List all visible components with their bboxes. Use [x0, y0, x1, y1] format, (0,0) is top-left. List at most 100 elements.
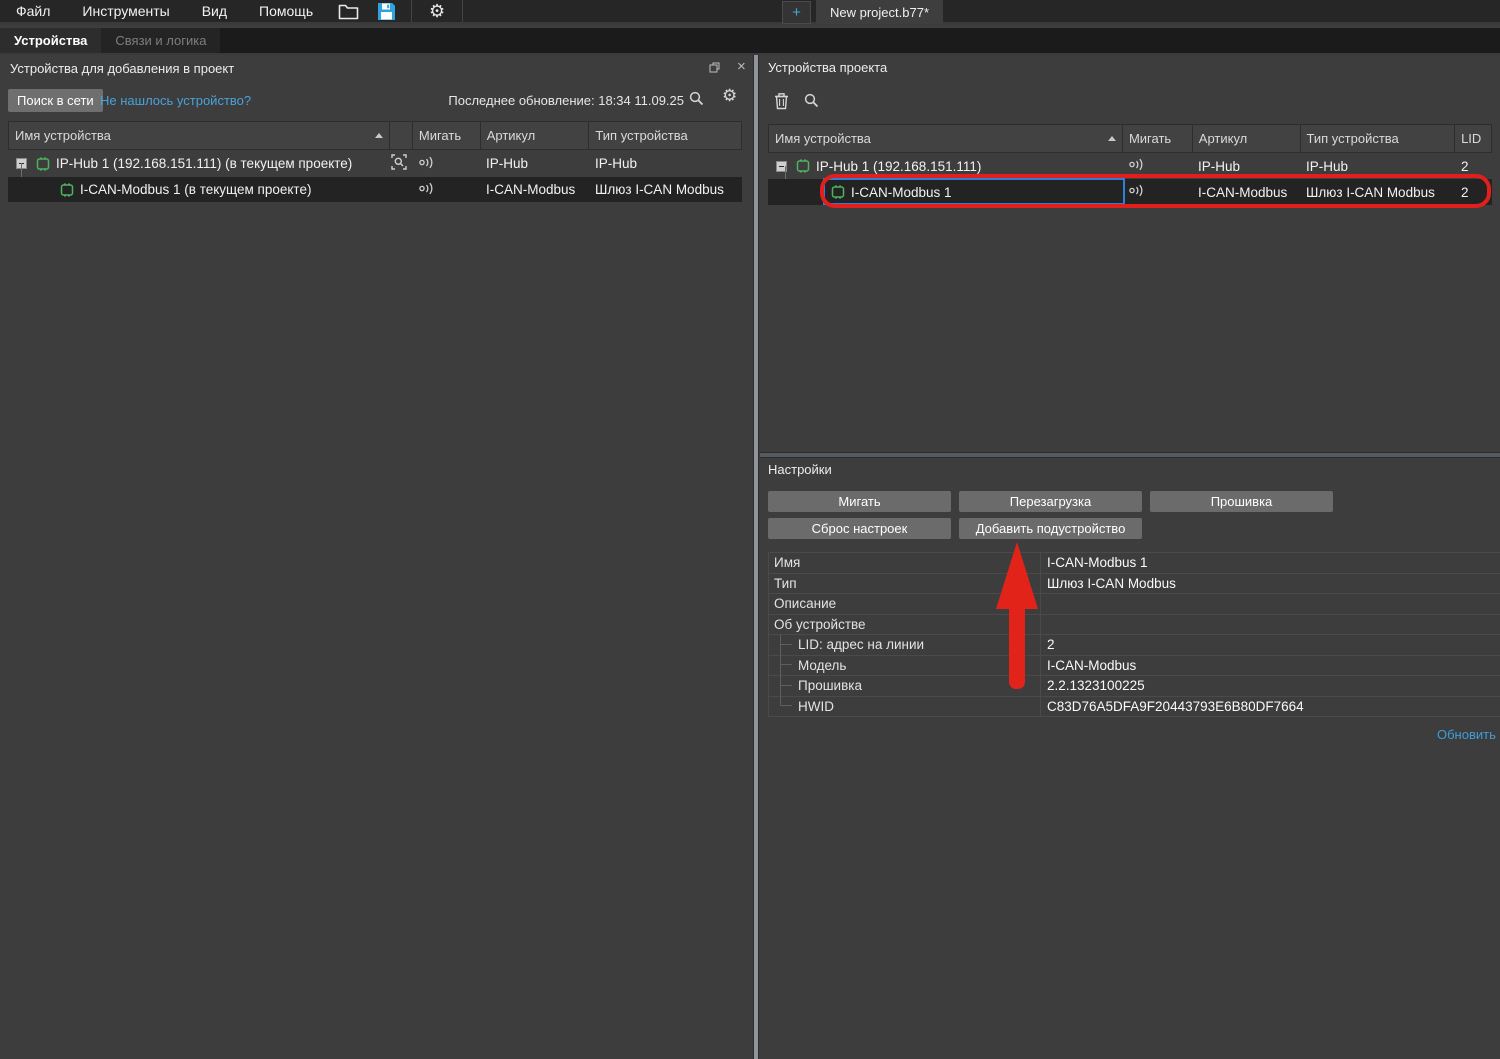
- project-devices-panel: Устройства проекта Имя устройства Мигать…: [760, 55, 1500, 452]
- project-table-header: Имя устройства Мигать Артикул Тип устрой…: [768, 124, 1492, 153]
- property-label: LID: адрес на линии: [769, 635, 1041, 655]
- col-device-name-label: Имя устройства: [775, 131, 871, 146]
- search-icon[interactable]: [803, 92, 820, 112]
- property-row[interactable]: Прошивка 2.2.1323100225: [769, 676, 1500, 697]
- reset-settings-button[interactable]: Сброс настроек: [768, 518, 951, 539]
- left-table-header: Имя устройства Мигать Артикул Тип устрой…: [8, 121, 742, 150]
- trash-icon[interactable]: [774, 92, 789, 113]
- firmware-button[interactable]: Прошивка: [1150, 491, 1333, 512]
- property-row[interactable]: Модель I-CAN-Modbus: [769, 656, 1500, 677]
- sort-asc-icon: [1108, 136, 1116, 141]
- device-name: I-CAN-Modbus 1 (в текущем проекте): [80, 182, 311, 197]
- col-blink-label: Мигать: [1129, 131, 1171, 146]
- col-device-type[interactable]: Тип устройства: [589, 122, 741, 149]
- device-article: I-CAN-Modbus: [1193, 179, 1301, 205]
- device-type: IP-Hub: [590, 150, 742, 177]
- tree-connector: [780, 644, 792, 645]
- settings-panel: Настройки: [760, 458, 1500, 1059]
- col-device-name[interactable]: Имя устройства: [9, 122, 390, 149]
- search-network-button[interactable]: Поиск в сети: [8, 89, 103, 112]
- settings-gear-icon[interactable]: ⚙: [424, 0, 450, 22]
- table-row[interactable]: I-CAN-Modbus 1 (в текущем проекте) I-CAN…: [8, 177, 742, 202]
- property-row[interactable]: LID: адрес на линии 2: [769, 635, 1500, 656]
- property-row[interactable]: Имя I-CAN-Modbus 1: [769, 553, 1500, 574]
- property-value: C83D76A5DFA9F20443793E6B80DF7664: [1041, 697, 1500, 717]
- col-blink[interactable]: Мигать: [413, 122, 481, 149]
- float-panel-icon[interactable]: [709, 62, 720, 75]
- property-row[interactable]: Описание: [769, 594, 1500, 615]
- new-project-tab-button[interactable]: +: [782, 1, 811, 24]
- col-lid[interactable]: LID: [1455, 125, 1491, 152]
- open-folder-icon[interactable]: [335, 0, 361, 22]
- device-icon: [831, 185, 845, 199]
- blink-signal-icon[interactable]: [418, 156, 437, 172]
- settings-title: Настройки: [768, 462, 832, 477]
- property-label: Об устройстве: [769, 615, 1041, 635]
- app-window: Файл Инструменты Вид Помощь ⚙ + New proj…: [0, 0, 1500, 1059]
- menu-bar: Файл Инструменты Вид Помощь ⚙: [0, 0, 1500, 25]
- add-subdevice-button[interactable]: Добавить подустройство: [959, 518, 1142, 539]
- device-type: Шлюз I-CAN Modbus: [590, 177, 742, 202]
- identify-scan-icon[interactable]: [390, 153, 408, 174]
- blink-signal-icon[interactable]: [418, 182, 437, 198]
- menu-help[interactable]: Помощь: [243, 0, 329, 24]
- device-not-found-link[interactable]: Не нашлось устройство?: [100, 93, 251, 108]
- toolbar-separator: [462, 0, 463, 22]
- tree-connector: [21, 163, 55, 178]
- tab-devices[interactable]: Устройства: [0, 28, 101, 53]
- search-icon[interactable]: [688, 90, 705, 110]
- toolbar-separator: [411, 0, 412, 22]
- property-label: HWID: [769, 697, 1041, 717]
- device-name: I-CAN-Modbus 1: [851, 185, 952, 200]
- property-label: Описание: [769, 594, 1041, 614]
- property-label: Имя: [769, 553, 1041, 573]
- col-article[interactable]: Артикул: [1193, 125, 1301, 152]
- panel-splitter[interactable]: [753, 55, 759, 1059]
- reboot-button[interactable]: Перезагрузка: [959, 491, 1142, 512]
- property-value: Шлюз I-CAN Modbus: [1041, 574, 1500, 594]
- gear-icon[interactable]: ⚙: [722, 86, 737, 106]
- close-icon[interactable]: ×: [737, 59, 746, 74]
- tree-connector: [780, 705, 792, 706]
- col-device-name[interactable]: Имя устройства: [769, 125, 1123, 152]
- col-article-label: Артикул: [487, 128, 535, 143]
- table-row[interactable]: I-CAN-Modbus 1 I-CAN-Modbus Шлюз I-CAN M…: [768, 179, 1492, 205]
- menu-view[interactable]: Вид: [186, 0, 243, 24]
- tree-connector: [780, 664, 792, 665]
- device-article: IP-Hub: [481, 150, 590, 177]
- blink-button[interactable]: Мигать: [768, 491, 951, 512]
- menu-file[interactable]: Файл: [0, 0, 66, 24]
- refresh-link[interactable]: Обновить: [1437, 727, 1496, 742]
- property-value: I-CAN-Modbus 1: [1041, 553, 1500, 573]
- menu-tools[interactable]: Инструменты: [66, 0, 185, 24]
- property-label: Тип: [769, 574, 1041, 594]
- col-article[interactable]: Артикул: [481, 122, 590, 149]
- blink-signal-icon[interactable]: [1128, 184, 1147, 200]
- device-name: IP-Hub 1 (192.168.151.111): [816, 159, 981, 174]
- table-row[interactable]: IP-Hub 1 (192.168.151.111) (в текущем пр…: [8, 150, 742, 177]
- property-label: Прошивка: [769, 676, 1041, 696]
- device-lid: 2: [1456, 153, 1492, 179]
- property-value: [1041, 615, 1500, 635]
- col-article-label: Артикул: [1199, 131, 1247, 146]
- property-row[interactable]: HWID C83D76A5DFA9F20443793E6B80DF7664: [769, 697, 1500, 718]
- tab-links-logic[interactable]: Связи и логика: [101, 28, 220, 53]
- col-blink[interactable]: Мигать: [1123, 125, 1193, 152]
- col-device-type[interactable]: Тип устройства: [1301, 125, 1456, 152]
- property-row[interactable]: Об устройстве: [769, 615, 1500, 636]
- last-update-label: Последнее обновление: 18:34 11.09.25: [444, 93, 684, 108]
- table-row[interactable]: IP-Hub 1 (192.168.151.111) IP-Hub IP-Hub…: [768, 153, 1492, 179]
- blink-signal-icon[interactable]: [1128, 158, 1147, 174]
- device-type: IP-Hub: [1301, 153, 1456, 179]
- save-icon[interactable]: [373, 0, 399, 22]
- project-tab[interactable]: New project.b77*: [816, 0, 943, 24]
- property-label: Модель: [769, 656, 1041, 676]
- col-scan[interactable]: [390, 122, 413, 149]
- left-panel-title: Устройства для добавления в проект: [10, 61, 234, 76]
- col-device-type-label: Тип устройства: [1307, 131, 1399, 146]
- device-name: IP-Hub 1 (192.168.151.111) (в текущем пр…: [56, 156, 352, 171]
- main-tab-strip: Устройства Связи и логика: [0, 28, 1500, 55]
- property-row[interactable]: Тип Шлюз I-CAN Modbus: [769, 574, 1500, 595]
- project-devices-title: Устройства проекта: [768, 60, 887, 75]
- left-panel: Устройства для добавления в проект × Пои…: [0, 55, 752, 1059]
